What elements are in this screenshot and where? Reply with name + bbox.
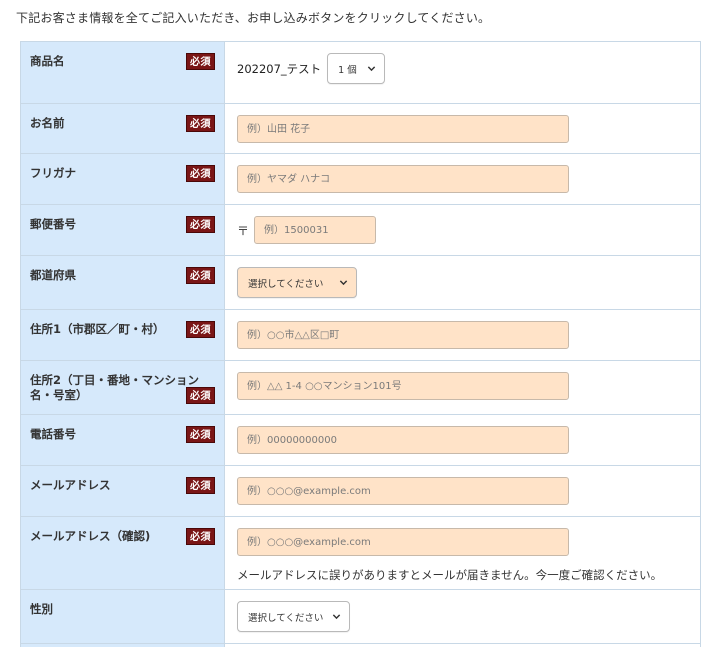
input-cell [225, 154, 700, 204]
input-cell: 選択してください [225, 256, 700, 309]
email-input[interactable] [237, 477, 569, 505]
gender-value: 選択してください [248, 612, 324, 624]
input-cell [225, 415, 700, 465]
gender-label: 性別 [30, 602, 53, 616]
row-product: 商品名 必須 202207_テスト 1 個 [21, 42, 700, 104]
required-badge: 必須 [186, 477, 215, 494]
row-postal: 郵便番号 必須 〒 [21, 205, 700, 256]
label-cell: お名前 必須 [21, 104, 225, 153]
chevron-down-icon [332, 614, 341, 620]
row-email-confirm: メールアドレス（確認) 必須 メールアドレスに誤りがありますとメールが届きません… [21, 517, 700, 590]
label-cell: 住所2（丁目・番地・マンション名・号室） 必須 [21, 361, 225, 414]
label-cell: 商品名 必須 [21, 42, 225, 103]
prefecture-select[interactable]: 選択してください [237, 267, 357, 298]
row-phone: 電話番号 必須 [21, 415, 700, 466]
label-cell: 電話番号 必須 [21, 415, 225, 465]
name-input[interactable] [237, 115, 569, 143]
postal-mark: 〒 [237, 223, 250, 238]
chevron-down-icon [339, 280, 348, 286]
chevron-down-icon [367, 66, 376, 72]
required-badge: 必須 [186, 321, 215, 338]
quantity-select[interactable]: 1 個 [327, 53, 386, 84]
input-cell: 〒 [225, 205, 700, 255]
row-furigana: フリガナ 必須 [21, 154, 700, 205]
phone-input[interactable] [237, 426, 569, 454]
required-badge: 必須 [186, 115, 215, 132]
postal-code-input[interactable] [254, 216, 377, 244]
label-cell: メールアドレス（確認) 必須 [21, 517, 225, 589]
required-badge: 必須 [186, 216, 215, 233]
address2-input[interactable] [237, 372, 569, 400]
prefecture-value: 選択してください [248, 278, 324, 290]
row-name: お名前 必須 [21, 104, 700, 154]
row-gender: 性別 選択してください [21, 590, 700, 644]
input-cell [225, 466, 700, 516]
required-badge: 必須 [186, 387, 215, 404]
row-address2: 住所2（丁目・番地・マンション名・号室） 必須 [21, 361, 700, 415]
row-address1: 住所1（市郡区／町・村） 必須 [21, 310, 700, 361]
row-prefecture: 都道府県 必須 選択してください [21, 256, 700, 310]
required-badge: 必須 [186, 165, 215, 182]
required-badge: 必須 [186, 267, 215, 284]
quantity-value: 1 個 [338, 64, 357, 76]
required-badge: 必須 [186, 426, 215, 443]
input-cell: 202207_テスト 1 個 [225, 42, 700, 103]
intro-text: 下記お客さま情報を全てご記入いただき、お申し込みボタンをクリックしてください。 [16, 11, 491, 25]
required-badge: 必須 [186, 53, 215, 70]
label-cell: 都道府県 必須 [21, 256, 225, 309]
required-badge: 必須 [186, 528, 215, 545]
label-cell: メールアドレス 必須 [21, 466, 225, 516]
input-cell [225, 361, 700, 414]
input-cell [225, 104, 700, 153]
input-cell: 選択してください [225, 590, 700, 643]
input-cell [225, 310, 700, 360]
email-confirm-input[interactable] [237, 528, 569, 556]
email-warning-note: メールアドレスに誤りがありますとメールが届きません。今一度ご確認ください。 [237, 568, 663, 582]
label-cell: フリガナ 必須 [21, 154, 225, 204]
label-cell: 住所1（市郡区／町・村） 必須 [21, 310, 225, 360]
label-cell: 性別 [21, 590, 225, 643]
furigana-input[interactable] [237, 165, 569, 193]
address1-input[interactable] [237, 321, 569, 349]
gender-select[interactable]: 選択してください [237, 601, 350, 632]
row-email: メールアドレス 必須 [21, 466, 700, 517]
label-cell: 郵便番号 必須 [21, 205, 225, 255]
input-cell: メールアドレスに誤りがありますとメールが届きません。今一度ご確認ください。 [225, 517, 700, 589]
product-name: 202207_テスト [237, 61, 322, 76]
customer-form: 商品名 必須 202207_テスト 1 個 お名前 必須 フリガナ 必須 [20, 41, 701, 647]
